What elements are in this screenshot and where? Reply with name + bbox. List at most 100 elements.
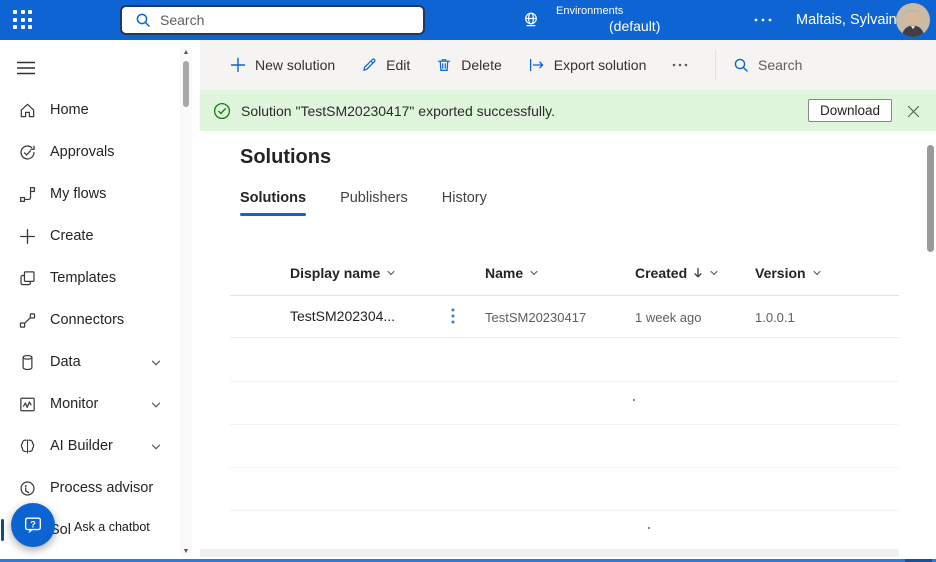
scroll-up-arrow[interactable]: ▲ bbox=[180, 48, 192, 58]
table-divider bbox=[230, 381, 899, 382]
banner-message: Solution "TestSM20230417" exported succe… bbox=[241, 103, 555, 119]
tab-solutions[interactable]: Solutions bbox=[240, 190, 306, 216]
new-solution-button[interactable]: New solution bbox=[230, 57, 335, 73]
button-label: Export solution bbox=[554, 57, 647, 73]
table-divider bbox=[230, 424, 899, 425]
export-solution-button[interactable]: Export solution bbox=[528, 57, 647, 73]
column-header-version[interactable]: Version bbox=[755, 265, 822, 281]
hamburger-icon bbox=[16, 60, 36, 76]
row-more-commands-button[interactable] bbox=[446, 307, 460, 325]
search-icon bbox=[135, 12, 151, 28]
command-bar-more-button[interactable] bbox=[672, 63, 688, 67]
global-search-input[interactable] bbox=[160, 12, 400, 28]
tab-label: Solutions bbox=[240, 190, 306, 206]
left-nav-sidebar: Home Approvals My flows Create Templates… bbox=[0, 40, 192, 559]
sidebar-item-data[interactable]: Data bbox=[0, 341, 180, 383]
templates-icon bbox=[17, 268, 37, 288]
main-scrollbar-thumb[interactable] bbox=[927, 145, 934, 252]
delete-button[interactable]: Delete bbox=[436, 57, 501, 73]
toolbar-divider bbox=[715, 50, 716, 80]
kebab-icon bbox=[451, 308, 455, 324]
chevron-down-icon bbox=[150, 398, 162, 416]
sidebar-item-connectors[interactable]: Connectors bbox=[0, 299, 180, 341]
sidebar-item-ai-builder[interactable]: AI Builder bbox=[0, 425, 180, 467]
top-app-bar: Environments (default) Maltais, Sylvain bbox=[0, 0, 936, 40]
ai-builder-icon bbox=[17, 436, 37, 456]
home-icon bbox=[17, 100, 37, 120]
sidebar-item-label: My flows bbox=[50, 186, 106, 202]
environment-picker[interactable]: Environments (default) bbox=[512, 0, 690, 40]
banner-close-button[interactable] bbox=[902, 100, 924, 122]
chevron-down-icon bbox=[812, 268, 822, 278]
svg-text:?: ? bbox=[30, 519, 36, 529]
sidebar-item-templates[interactable]: Templates bbox=[0, 257, 180, 299]
column-header-created[interactable]: Created bbox=[635, 265, 719, 281]
tab-bar: Solutions Publishers History bbox=[240, 190, 487, 216]
selected-indicator bbox=[1, 519, 4, 541]
environments-label: Environments bbox=[556, 5, 623, 17]
button-label: New solution bbox=[255, 57, 335, 73]
sidebar-item-home[interactable]: Home bbox=[0, 89, 180, 131]
avatar-photo bbox=[896, 3, 930, 37]
database-icon bbox=[17, 352, 37, 372]
app-launcher-icon[interactable] bbox=[13, 10, 32, 29]
horizontal-scrollbar-track[interactable] bbox=[200, 549, 899, 557]
collapse-nav-button[interactable] bbox=[13, 55, 39, 81]
sidebar-item-label: Data bbox=[50, 354, 81, 370]
tab-publishers[interactable]: Publishers bbox=[340, 190, 408, 216]
download-button[interactable]: Download bbox=[808, 99, 892, 122]
sidebar-item-my-flows[interactable]: My flows bbox=[0, 173, 180, 215]
column-label: Version bbox=[755, 265, 806, 281]
table-divider bbox=[230, 467, 899, 468]
trash-icon bbox=[436, 57, 452, 73]
main-content: New solution Edit Delete Export solution… bbox=[200, 40, 936, 559]
sidebar-item-create[interactable]: Create bbox=[0, 215, 180, 257]
sidebar-scrollbar-thumb[interactable] bbox=[183, 61, 189, 107]
button-label: Delete bbox=[461, 57, 501, 73]
sort-descending-icon bbox=[693, 267, 703, 279]
nav-items: Home Approvals My flows Create Templates… bbox=[0, 89, 180, 551]
column-header-name[interactable]: Name bbox=[485, 265, 539, 281]
artifact-dot bbox=[633, 399, 635, 401]
sidebar-item-monitor[interactable]: Monitor bbox=[0, 383, 180, 425]
sidebar-scrollbar[interactable]: ▲ ▼ bbox=[180, 48, 192, 557]
export-icon bbox=[528, 57, 545, 73]
sidebar-item-label: AI Builder bbox=[50, 438, 113, 454]
sidebar-item-label: Monitor bbox=[50, 396, 98, 412]
chat-question-icon: ? bbox=[22, 514, 44, 536]
column-label: Created bbox=[635, 265, 687, 281]
close-icon bbox=[907, 105, 920, 118]
user-avatar[interactable] bbox=[896, 3, 930, 37]
sidebar-item-approvals[interactable]: Approvals bbox=[0, 131, 180, 173]
list-search-box[interactable] bbox=[733, 40, 908, 90]
global-search-box[interactable] bbox=[120, 5, 425, 35]
row-name: TestSM20230417 bbox=[485, 310, 586, 325]
chevron-down-icon bbox=[150, 356, 162, 374]
column-label: Display name bbox=[290, 265, 380, 281]
sidebar-item-label: Approvals bbox=[50, 144, 114, 160]
chatbot-fab-button[interactable]: ? bbox=[11, 503, 55, 547]
edit-button[interactable]: Edit bbox=[361, 57, 410, 73]
row-created: 1 week ago bbox=[635, 310, 702, 325]
row-display-name-link[interactable]: TestSM202304... bbox=[290, 308, 395, 324]
active-tab-underline bbox=[240, 213, 306, 216]
sidebar-item-label: Templates bbox=[50, 270, 116, 286]
tab-history[interactable]: History bbox=[442, 190, 487, 216]
plus-icon bbox=[17, 226, 37, 246]
flows-icon bbox=[17, 184, 37, 204]
environment-globe-icon bbox=[521, 10, 541, 30]
success-check-icon bbox=[213, 102, 231, 120]
connectors-icon bbox=[17, 310, 37, 330]
process-advisor-icon bbox=[17, 478, 37, 498]
scroll-down-arrow[interactable]: ▼ bbox=[180, 547, 192, 557]
chevron-down-icon bbox=[386, 268, 396, 278]
pencil-icon bbox=[361, 57, 377, 73]
monitor-icon bbox=[17, 394, 37, 414]
more-dots-icon bbox=[754, 18, 772, 22]
list-search-input[interactable] bbox=[758, 57, 908, 73]
column-header-display-name[interactable]: Display name bbox=[290, 265, 396, 281]
sidebar-item-label: Process advisor bbox=[50, 480, 153, 496]
tab-label: History bbox=[442, 190, 487, 206]
header-more-button[interactable] bbox=[744, 0, 782, 40]
tab-label: Publishers bbox=[340, 190, 408, 206]
